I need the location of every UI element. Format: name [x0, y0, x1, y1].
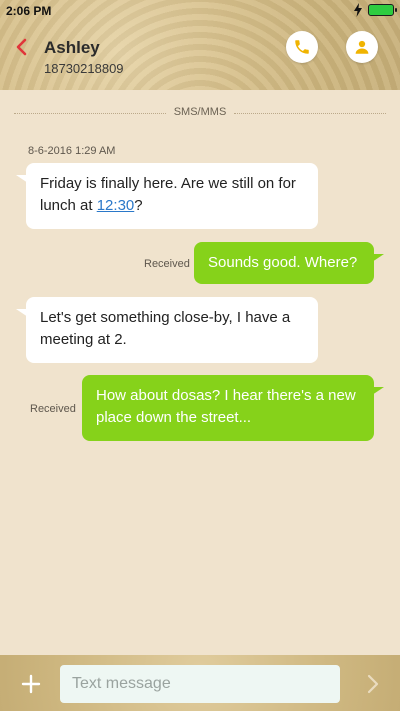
charging-icon — [354, 3, 362, 17]
message-type-divider: SMS/MMS — [173, 106, 227, 118]
person-icon — [355, 40, 369, 54]
message-text: Let's get something close-by, I have a m… — [40, 309, 291, 348]
outgoing-message-bubble[interactable]: Sounds good. Where? — [194, 242, 384, 284]
contact-number: 18730218809 — [44, 61, 124, 76]
delivery-status: Received — [144, 258, 190, 270]
message-text: Friday is finally here. Are we still on … — [40, 175, 296, 214]
contact-profile-button[interactable] — [346, 31, 378, 63]
phone-icon — [295, 40, 309, 54]
attach-plus-icon[interactable] — [20, 673, 42, 695]
message-input[interactable] — [60, 665, 340, 703]
time-link[interactable]: 12:30 — [97, 197, 135, 214]
status-icons — [354, 3, 397, 17]
message-text: How about dosas? I hear there's a new pl… — [96, 387, 356, 426]
status-bar: 2:06 PM — [0, 0, 400, 22]
outgoing-message-bubble[interactable]: How about dosas? I hear there's a new pl… — [82, 375, 384, 441]
contact-name: Ashley — [44, 38, 100, 57]
back-arrow-icon[interactable] — [14, 38, 30, 56]
status-time: 2:06 PM — [6, 4, 52, 18]
battery-icon — [368, 4, 397, 16]
divider-line — [14, 113, 166, 114]
message-text: Sounds good. Where? — [208, 254, 358, 271]
divider-line — [234, 113, 386, 114]
send-chevron-icon[interactable] — [366, 674, 380, 694]
incoming-message-bubble[interactable]: Friday is finally here. Are we still on … — [16, 163, 318, 229]
message-timestamp: 8-6-2016 1:29 AM — [28, 145, 116, 157]
incoming-message-bubble[interactable]: Let's get something close-by, I have a m… — [16, 297, 318, 363]
message-text: ? — [134, 197, 143, 214]
call-button[interactable] — [286, 31, 318, 63]
delivery-status: Received — [30, 403, 76, 415]
